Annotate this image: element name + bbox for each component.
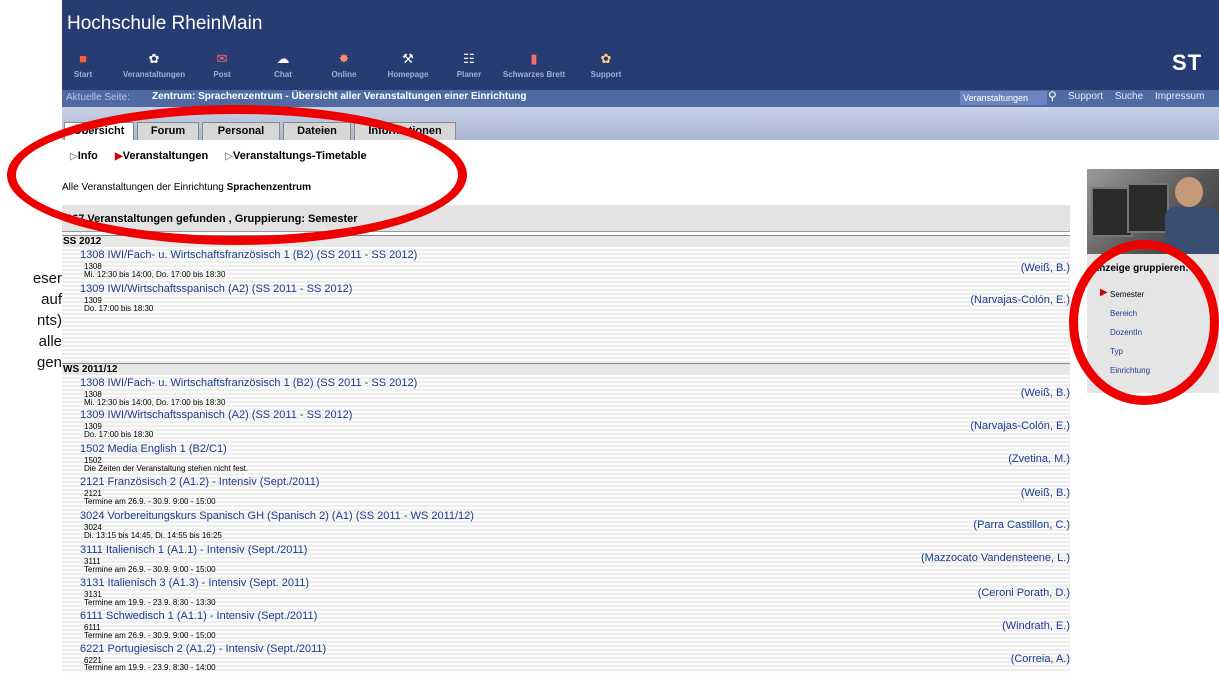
lecturer-link[interactable]: (Narvajas-Colón, E.) <box>970 294 1070 306</box>
mail-icon: ✉ <box>216 51 228 66</box>
lecturer-link[interactable]: (Narvajas-Colón, E.) <box>970 420 1070 432</box>
nav-homepage[interactable]: ⚒ Homepage <box>380 48 436 88</box>
course-time: Termine am 26.9. - 30.9. 9:00 - 15:00 <box>84 565 216 574</box>
course-time: Di. 13:15 bis 14:45, Di. 14:55 bis 16:25 <box>84 531 222 540</box>
course-time: Termine am 19.9. - 23.9. 8:30 - 13:30 <box>84 598 216 607</box>
course-time: Termine am 19.9. - 23.9. 8:30 - 14:00 <box>84 663 216 672</box>
course-link[interactable]: 1308 IWI/Fach- u. Wirtschaftsfranzösisch… <box>80 377 417 389</box>
lecturer-link[interactable]: (Weiß, B.) <box>1021 262 1070 274</box>
lecturer-link[interactable]: (Mazzocato Vandensteene, L.) <box>921 552 1070 564</box>
breadcrumb-label: Aktuelle Seite: <box>66 92 130 103</box>
brand-title[interactable]: Hochschule RheinMain <box>67 13 262 35</box>
left-text-line: auf <box>41 291 62 308</box>
course-link[interactable]: 3024 Vorbereitungskurs Spanisch GH (Span… <box>80 510 474 522</box>
logo: ST <box>1172 50 1203 75</box>
course-link[interactable]: 3131 Italienisch 3 (A1.3) - Intensiv (Se… <box>80 577 309 589</box>
left-text-line: alle <box>38 333 62 350</box>
monitor-shape <box>1127 183 1169 233</box>
search-scope-select[interactable]: Veranstaltungen <box>960 91 1047 105</box>
course-link[interactable]: 1309 IWI/Wirtschaftsspanisch (A2) (SS 20… <box>80 283 352 295</box>
left-text-line: gen <box>36 354 62 371</box>
nav-chat[interactable]: ☁ Chat <box>268 48 298 88</box>
course-time: Mi. 12:30 bis 14:00, Do. 17:00 bis 18:30 <box>84 270 226 279</box>
breadcrumb: Zentrum: Sprachenzentrum - Übersicht all… <box>152 91 527 102</box>
link-suche[interactable]: Suche <box>1115 91 1143 102</box>
home-icon: ■ <box>79 51 87 66</box>
group-body <box>62 247 1070 364</box>
course-time: Do. 17:00 bis 18:30 <box>84 430 154 439</box>
nav-support[interactable]: ✿ Support <box>586 48 626 88</box>
nav-post[interactable]: ✉ Post <box>208 48 236 88</box>
planner-icon: ☷ <box>463 51 475 66</box>
left-text-line: eser <box>32 270 62 287</box>
nav-schwarzes-brett[interactable]: ▮ Schwarzes Brett <box>484 48 584 88</box>
left-text-line: nts) <box>36 312 62 329</box>
lecturer-link[interactable]: (Weiß, B.) <box>1021 387 1070 399</box>
lecturer-link[interactable]: (Ceroni Porath, D.) <box>978 587 1070 599</box>
person-head-shape <box>1175 177 1203 207</box>
homepage-icon: ⚒ <box>402 51 414 66</box>
lecturer-link[interactable]: (Windrath, E.) <box>1002 620 1070 632</box>
course-time: Termine am 26.9. - 30.9. 9:00 - 15:00 <box>84 631 216 640</box>
top-links: Support Suche Impressum <box>1068 91 1213 102</box>
online-icon: ✸ <box>338 51 350 66</box>
course-link[interactable]: 2121 Französisch 2 (A1.2) - Intensiv (Se… <box>80 476 319 488</box>
search-icon[interactable]: ⚲ <box>1048 89 1057 103</box>
chat-icon: ☁ <box>276 51 290 66</box>
lecturer-link[interactable]: (Correia, A.) <box>1011 653 1070 665</box>
course-link[interactable]: 6221 Portugiesisch 2 (A1.2) - Intensiv (… <box>80 643 326 655</box>
course-time: Mi. 12:30 bis 14:00, Do. 17:00 bis 18:30 <box>84 398 226 407</box>
course-time: Do. 17:00 bis 18:30 <box>84 304 154 313</box>
link-support[interactable]: Support <box>1068 91 1103 102</box>
course-link[interactable]: 6111 Schwedisch 1 (A1.1) - Intensiv (Sep… <box>80 610 317 622</box>
courses-icon: ✿ <box>148 51 160 66</box>
nav-planer[interactable]: ☷ Planer <box>452 48 486 88</box>
course-time: Termine am 26.9. - 30.9. 9:00 - 15:00 <box>84 497 216 506</box>
course-link[interactable]: 1309 IWI/Wirtschaftsspanisch (A2) (SS 20… <box>80 409 352 421</box>
link-impressum[interactable]: Impressum <box>1155 91 1204 102</box>
annotation-oval <box>7 105 467 245</box>
board-icon: ▮ <box>530 51 538 66</box>
left-annotation-text: eser auf nts) alle gen <box>0 268 62 373</box>
lecturer-link[interactable]: (Zvetina, M.) <box>1008 453 1070 465</box>
course-link[interactable]: 1502 Media English 1 (B2/C1) <box>80 443 227 455</box>
nav-online[interactable]: ✸ Online <box>326 48 362 88</box>
group-header: WS 2011/12 <box>62 363 1070 375</box>
nav-start[interactable]: ■ Start <box>70 48 96 88</box>
course-link[interactable]: 3111 Italienisch 1 (A1.1) - Intensiv (Se… <box>80 544 307 556</box>
nav-veranstaltungen[interactable]: ✿ Veranstaltungen <box>114 48 194 88</box>
lecturer-link[interactable]: (Parra Castillon, C.) <box>973 519 1070 531</box>
course-link[interactable]: 1308 IWI/Fach- u. Wirtschaftsfranzösisch… <box>80 249 417 261</box>
annotation-oval <box>1069 240 1219 405</box>
course-time: Die Zeiten der Veranstaltung stehen nich… <box>84 464 249 473</box>
support-icon: ✿ <box>600 51 612 66</box>
lecturer-link[interactable]: (Weiß, B.) <box>1021 487 1070 499</box>
